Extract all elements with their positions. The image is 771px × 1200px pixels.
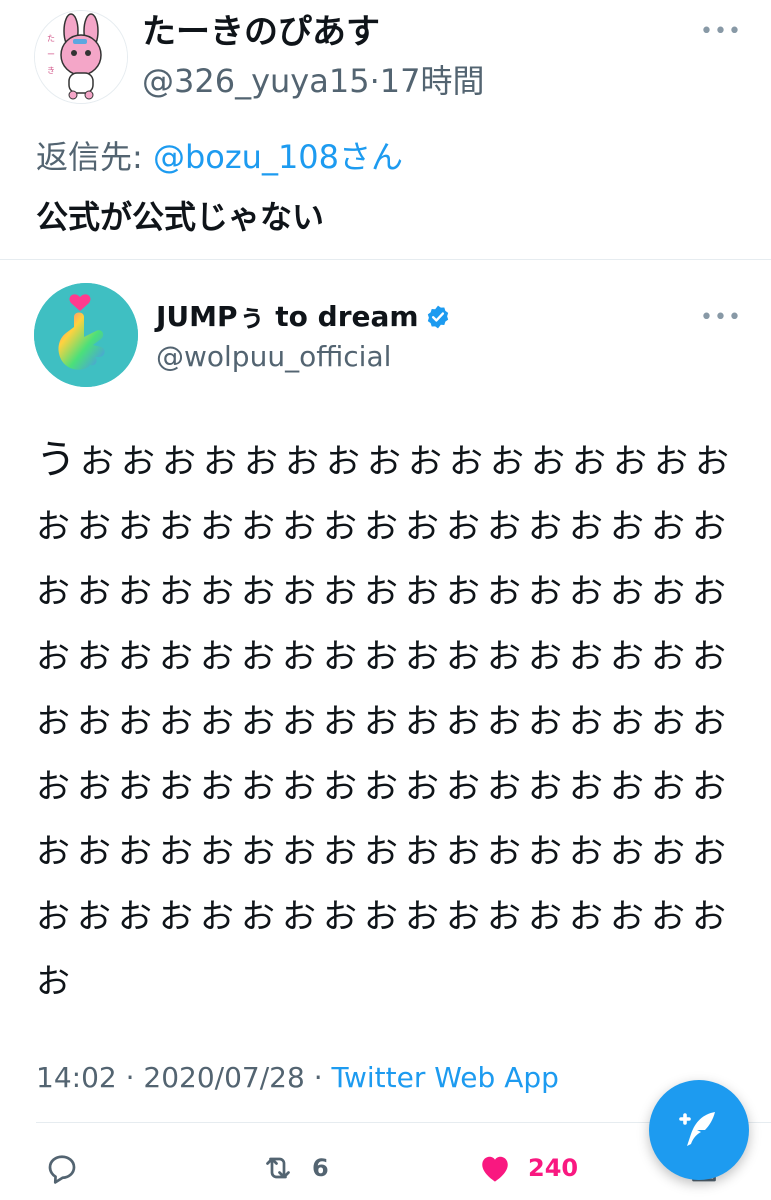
tweet-meta: @326_yuya15·17時間 bbox=[142, 60, 484, 102]
tweet-date[interactable]: 2020/07/28 bbox=[143, 1061, 304, 1094]
verified-badge-icon bbox=[427, 305, 448, 329]
source-app-link[interactable]: Twitter Web App bbox=[332, 1061, 559, 1094]
separator: · bbox=[369, 62, 380, 100]
reply-tweet[interactable]: た ー き たーきのぴあす @326_yuya15·17時間 ••• 返信先: … bbox=[0, 0, 771, 260]
svg-text:た: た bbox=[47, 34, 55, 43]
reply-prefix: 返信先: bbox=[36, 138, 153, 176]
tweet-text-rest: おおおおおおおおおおおおおおおおおおおおおおおおおおおおおおおおおおおおおおおお… bbox=[36, 442, 736, 1002]
more-icon[interactable]: ••• bbox=[700, 307, 741, 329]
timestamp[interactable]: 17時間 bbox=[380, 62, 485, 100]
like-count: 240 bbox=[528, 1154, 579, 1182]
retweet-button[interactable]: 6 bbox=[258, 1140, 329, 1196]
separator: · bbox=[304, 1061, 332, 1094]
reply-button[interactable] bbox=[44, 1140, 80, 1196]
reply-mention-link[interactable]: @bozu_108さん bbox=[153, 138, 403, 176]
finger-heart-avatar-icon bbox=[34, 283, 138, 387]
more-icon[interactable]: ••• bbox=[700, 21, 741, 43]
like-icon bbox=[482, 1156, 508, 1182]
reply-icon bbox=[48, 1155, 76, 1184]
compose-tweet-icon bbox=[679, 1112, 715, 1146]
retweet-icon bbox=[266, 1157, 290, 1179]
avatar[interactable] bbox=[34, 283, 138, 387]
separator: · bbox=[116, 1061, 144, 1094]
svg-text:き: き bbox=[47, 66, 55, 75]
tweet-text-first-char: う bbox=[36, 437, 80, 483]
like-button[interactable]: 240 bbox=[476, 1140, 578, 1196]
tweet-time[interactable]: 14:02 bbox=[36, 1061, 117, 1094]
display-name[interactable]: たーきのぴあす bbox=[142, 10, 380, 54]
reply-to-line: 返信先: @bozu_108さん bbox=[36, 136, 403, 178]
handle[interactable]: @326_yuya15 bbox=[142, 62, 370, 100]
svg-text:ー: ー bbox=[47, 50, 55, 59]
retweet-count: 6 bbox=[312, 1154, 329, 1182]
handle[interactable]: @wolpuu_official bbox=[156, 338, 391, 376]
display-name[interactable]: JUMPぅ to dream bbox=[156, 298, 451, 336]
tweet-text: うおおおおおおおおおおおおおおおおおおおおおおおおおおおおおおおおおおおおおおお… bbox=[36, 428, 736, 1015]
avatar[interactable]: た ー き bbox=[34, 10, 128, 104]
display-name-text: JUMPぅ to dream bbox=[156, 300, 419, 333]
compose-tweet-button[interactable] bbox=[649, 1080, 749, 1180]
tweet-text: 公式が公式じゃない bbox=[36, 198, 325, 236]
bunny-avatar-icon: た ー き bbox=[35, 11, 127, 103]
tweet-timestamp-line: 14:02 · 2020/07/28 · Twitter Web App bbox=[36, 1060, 559, 1096]
